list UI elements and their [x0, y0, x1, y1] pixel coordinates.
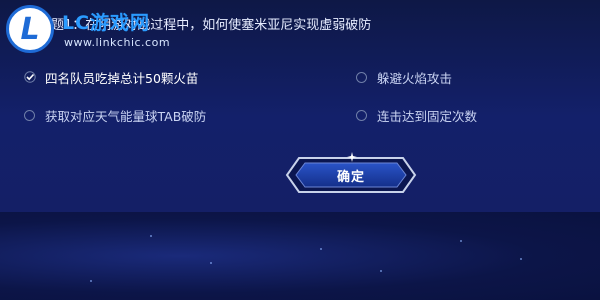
radio-icon [24, 109, 35, 121]
option-label: 连击达到固定次数 [377, 108, 478, 124]
option-a[interactable]: 四名队员吃掉总计50颗火苗 [24, 68, 198, 86]
logo-url: www.linkchic.com [64, 36, 171, 49]
sparkle-icon [347, 152, 357, 162]
logo-text: LC游戏网 [62, 12, 151, 34]
radio-icon [356, 109, 367, 121]
logo-icon: L [6, 5, 54, 53]
option-b[interactable]: 躲避火焰攻击 [356, 68, 452, 86]
lower-background [0, 212, 600, 300]
option-d[interactable]: 连击达到固定次数 [356, 106, 477, 124]
option-label: 获取对应天气能量球TAB破防 [45, 108, 207, 124]
option-label: 躲避火焰攻击 [377, 70, 453, 86]
logo-letter: L [20, 11, 40, 47]
option-label: 四名队员吃掉总计50颗火苗 [45, 70, 199, 86]
radio-icon [356, 71, 367, 83]
option-c[interactable]: 获取对应天气能量球TAB破防 [24, 106, 206, 124]
header: 选题1：在阴游对战过程中，如何使塞米亚尼实现虚弱破防 L LC游戏网 www.l… [0, 0, 600, 53]
checkmark-icon [24, 71, 36, 83]
